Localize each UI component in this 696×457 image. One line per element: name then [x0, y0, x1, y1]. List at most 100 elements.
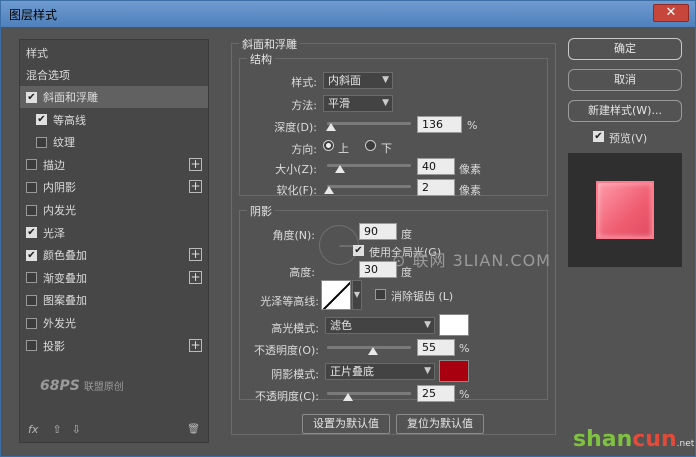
style-item-checkbox[interactable]: ✔ — [36, 114, 47, 126]
close-button[interactable]: ✕ — [653, 4, 689, 22]
highlight-opacity-thumb[interactable] — [368, 347, 379, 355]
watermark-68ps-text: 68PS — [40, 378, 80, 394]
shadow-opacity-thumb[interactable] — [343, 393, 353, 401]
direction-up-label: 上 — [338, 142, 349, 155]
style-item-checkbox[interactable] — [26, 204, 37, 216]
style-item-label: 内发光 — [43, 204, 76, 217]
style-item[interactable]: 内发光 — [20, 199, 208, 221]
trash-icon[interactable]: 🗑 — [187, 424, 200, 435]
style-item[interactable]: 图案叠加 — [20, 289, 208, 311]
style-item-checkbox[interactable] — [36, 136, 47, 148]
move-up-icon[interactable]: ⇧ — [52, 423, 61, 436]
title-bar: 图层样式 ✕ — [1, 1, 695, 27]
soften-slider[interactable] — [327, 185, 411, 188]
style-item[interactable]: 描边 + — [20, 154, 208, 176]
technique-select[interactable]: 平滑 ▼ — [323, 95, 393, 112]
style-item[interactable]: ✔ 等高线 — [20, 109, 208, 131]
style-item[interactable]: 投影 + — [20, 335, 208, 357]
soften-unit: 像素 — [459, 184, 481, 197]
dialog-body: 样式 混合选项 ✔ 斜面和浮雕 ✔ 等高线 纹理 描边 + 内阴影 + 内发光 ✔ 光泽 ✔ 颜色叠加 + 渐… — [7, 27, 694, 452]
soften-input[interactable]: 2 — [417, 179, 455, 196]
shadow-opacity-input[interactable]: 25 — [417, 385, 455, 402]
highlight-opacity-input[interactable]: 55 — [417, 339, 455, 356]
style-item-checkbox[interactable]: ✔ — [26, 227, 37, 239]
chevron-down-icon: ▼ — [382, 75, 389, 85]
blend-options-label: 混合选项 — [26, 69, 70, 82]
gloss-contour-picker[interactable] — [321, 280, 351, 310]
style-item-checkbox[interactable] — [26, 159, 37, 171]
style-item-checkbox[interactable] — [26, 272, 37, 284]
style-item[interactable]: ✔ 斜面和浮雕 — [20, 86, 208, 108]
style-item[interactable]: 外发光 — [20, 312, 208, 334]
cancel-button[interactable]: 取消 — [568, 69, 682, 91]
altitude-label: 高度: — [289, 266, 315, 279]
style-item[interactable]: 纹理 — [20, 131, 208, 153]
blend-options-item[interactable]: 混合选项 — [20, 64, 208, 86]
styles-footer: fx ⇧ ⇩ 🗑 — [20, 416, 208, 442]
shadow-opacity-slider[interactable] — [327, 392, 411, 395]
style-item-label: 图案叠加 — [43, 294, 87, 308]
add-effect-icon[interactable]: + — [189, 338, 202, 352]
depth-slider[interactable] — [327, 122, 411, 125]
angle-label: 角度(N): — [272, 229, 315, 242]
global-light-checkbox[interactable]: ✔ — [353, 245, 364, 256]
direction-down-label: 下 — [381, 142, 392, 155]
add-effect-icon[interactable]: + — [189, 157, 202, 171]
add-effect-icon[interactable]: + — [189, 180, 202, 194]
reset-default-button[interactable]: 复位为默认值 — [396, 414, 484, 434]
style-item-checkbox[interactable] — [26, 340, 37, 352]
style-item-label: 等高线 — [53, 113, 86, 127]
style-item-checkbox[interactable] — [26, 294, 37, 306]
size-input[interactable]: 40 — [417, 158, 455, 175]
style-item[interactable]: ✔ 光泽 — [20, 222, 208, 244]
depth-slider-thumb[interactable] — [326, 123, 337, 131]
antialias-checkbox[interactable] — [375, 289, 386, 300]
style-item-label: 颜色叠加 — [43, 249, 87, 263]
direction-label: 方向: — [291, 143, 317, 156]
preview-checkbox[interactable]: ✔ — [593, 131, 604, 142]
fx-button[interactable]: fx — [28, 423, 38, 436]
chevron-down-icon[interactable]: ▼ — [352, 280, 362, 310]
style-item-checkbox[interactable] — [26, 181, 37, 193]
chevron-down-icon: ▼ — [424, 320, 431, 330]
styles-header[interactable]: 样式 — [20, 42, 208, 64]
angle-input[interactable]: 90 — [359, 223, 397, 240]
technique-select-value: 平滑 — [328, 97, 350, 110]
highlight-opacity-label: 不透明度(O): — [254, 344, 319, 357]
style-item-label: 描边 — [43, 158, 65, 172]
new-style-button[interactable]: 新建样式(W)... — [568, 100, 682, 122]
style-select[interactable]: 内斜面 ▼ — [323, 72, 393, 89]
style-item-checkbox[interactable] — [26, 317, 37, 329]
shadow-opacity-label: 不透明度(C): — [255, 390, 319, 403]
add-effect-icon[interactable]: + — [189, 270, 202, 284]
style-item[interactable]: ✔ 颜色叠加 + — [20, 244, 208, 266]
style-item-checkbox[interactable]: ✔ — [26, 249, 37, 261]
highlight-color-swatch[interactable] — [439, 314, 469, 336]
move-down-icon[interactable]: ⇩ — [72, 423, 81, 436]
watermark-shancun-part2: cun — [632, 427, 677, 452]
highlight-mode-label: 高光模式: — [271, 322, 319, 335]
size-label: 大小(Z): — [275, 163, 317, 176]
set-default-button[interactable]: 设置为默认值 — [302, 414, 390, 434]
style-item[interactable]: 内阴影 + — [20, 176, 208, 198]
soften-slider-thumb[interactable] — [323, 186, 334, 194]
direction-up-radio[interactable] — [323, 140, 334, 151]
chevron-down-icon: ▼ — [382, 98, 389, 108]
style-item-checkbox[interactable]: ✔ — [26, 91, 37, 103]
ok-button[interactable]: 确定 — [568, 38, 682, 60]
technique-label: 方法: — [291, 99, 317, 112]
style-item-label: 纹理 — [53, 136, 75, 150]
shadow-color-swatch[interactable] — [439, 360, 469, 382]
styles-header-label: 样式 — [26, 47, 48, 60]
style-item[interactable]: 渐变叠加 + — [20, 267, 208, 289]
size-slider-thumb[interactable] — [335, 165, 346, 173]
shadow-mode-select[interactable]: 正片叠底 ▼ — [325, 363, 435, 380]
depth-input[interactable]: 136 — [417, 116, 462, 133]
altitude-input[interactable]: 30 — [359, 261, 397, 278]
window-title: 图层样式 — [9, 7, 58, 22]
add-effect-icon[interactable]: + — [189, 248, 202, 262]
highlight-mode-select[interactable]: 滤色 ▼ — [325, 317, 435, 334]
watermark-shancun-net: .net — [676, 439, 695, 449]
style-select-value: 内斜面 — [328, 74, 361, 87]
direction-down-radio[interactable] — [365, 140, 376, 151]
